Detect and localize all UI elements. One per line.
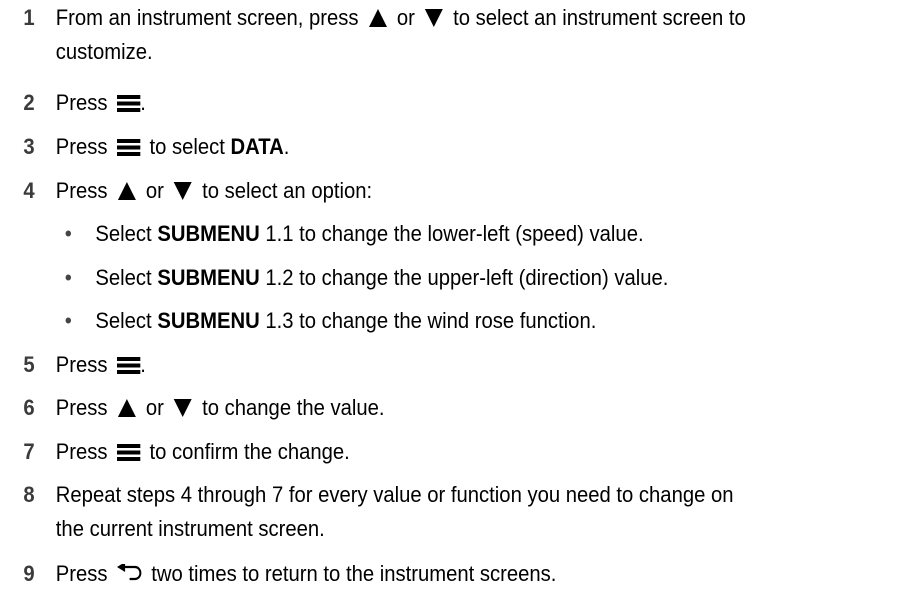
- step-text: or: [396, 5, 415, 30]
- option-text: 1.2 to change the upper-left (direction)…: [265, 265, 669, 290]
- up-arrow-icon: [368, 8, 388, 28]
- option-label: SUBMENU: [157, 308, 260, 333]
- option-text: 1.1 to change the lower-left (speed) val…: [265, 221, 644, 246]
- step-text: Press: [55, 134, 108, 159]
- step-number: 6: [23, 395, 35, 420]
- step-number: 3: [23, 134, 35, 159]
- up-arrow-icon: [117, 398, 137, 418]
- bullet: •: [64, 265, 72, 290]
- option-text: Select: [95, 308, 152, 333]
- step-text: Repeat steps 4 through 7 for every value…: [55, 482, 734, 507]
- down-arrow-icon: [173, 398, 193, 418]
- instruction-document: 1 From an instrument screen, press or to…: [0, 0, 912, 593]
- step-text: to select: [149, 134, 225, 159]
- option-label: SUBMENU: [157, 221, 260, 246]
- menu-icon: [116, 355, 141, 375]
- option-label: SUBMENU: [157, 265, 260, 290]
- menu-icon: [116, 137, 141, 157]
- down-arrow-icon: [173, 181, 193, 201]
- step-text: to select an option:: [202, 178, 373, 203]
- step-text: From an instrument screen, press: [55, 5, 359, 30]
- option-text: Select: [95, 221, 152, 246]
- step-text: .: [140, 90, 146, 115]
- bullet: •: [64, 221, 72, 246]
- menu-icon: [116, 442, 141, 462]
- option-text: Select: [95, 265, 152, 290]
- step-text: to select an instrument screen to: [453, 5, 746, 30]
- step-text: two times to return to the instrument sc…: [151, 561, 557, 586]
- step-text-continued: the current instrument screen.: [55, 516, 325, 541]
- step-text: Press: [55, 439, 108, 464]
- menu-icon: [116, 93, 141, 113]
- step-number: 5: [23, 352, 35, 377]
- step-text-continued: customize.: [55, 39, 153, 64]
- step-number: 2: [23, 90, 35, 115]
- step-text: .: [140, 352, 146, 377]
- bullet: •: [64, 308, 72, 333]
- down-arrow-icon: [424, 8, 444, 28]
- step-number: 1: [23, 5, 35, 30]
- option-text: 1.3 to change the wind rose function.: [265, 308, 597, 333]
- step-text: or: [145, 395, 164, 420]
- step-text: Press: [55, 178, 108, 203]
- step-text: Press: [55, 352, 108, 377]
- up-arrow-icon: [117, 181, 137, 201]
- step-text: to confirm the change.: [149, 439, 350, 464]
- step-number: 9: [23, 561, 35, 586]
- step-number: 4: [23, 178, 35, 203]
- back-icon: [116, 564, 142, 582]
- step-text: Press: [55, 561, 108, 586]
- step-number: 8: [23, 482, 35, 507]
- step-text: .: [283, 134, 290, 159]
- step-text: or: [145, 178, 164, 203]
- step-text: Press: [55, 395, 108, 420]
- menu-option-label: DATA: [230, 134, 284, 159]
- step-text: to change the value.: [202, 395, 385, 420]
- step-text: Press: [55, 90, 108, 115]
- step-number: 7: [23, 439, 35, 464]
